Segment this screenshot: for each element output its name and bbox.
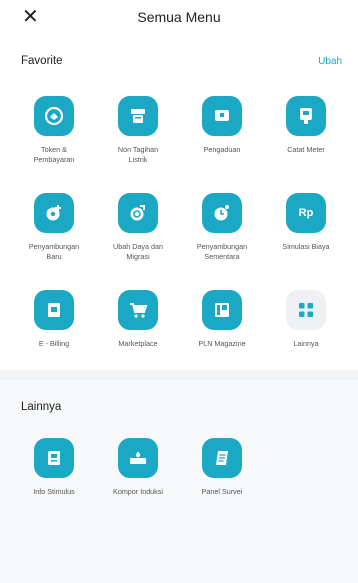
- complaint-icon: [202, 96, 242, 136]
- induction-stove-icon: [118, 438, 158, 478]
- menu-item-label: Penyambungan Baru: [28, 242, 80, 261]
- menu-item-label: Non Tagihan Listrik: [117, 145, 159, 164]
- menu-item-non-bill[interactable]: Non Tagihan Listrik: [96, 96, 180, 193]
- menu-item-induction-stove[interactable]: Kompor Induksi: [96, 438, 180, 535]
- favorite-section-title: Favorite: [21, 55, 63, 67]
- menu-item-label: Kompor Induksi: [113, 487, 163, 496]
- menu-item-meter-record[interactable]: Catat Meter: [264, 96, 348, 193]
- temporary-connection-icon: [202, 193, 242, 233]
- survey-panel-icon: [202, 438, 242, 478]
- menu-item-complaint[interactable]: Pengaduan: [180, 96, 264, 193]
- menu-item-label: E - Billing: [38, 339, 70, 348]
- menu-item-label: Pengaduan: [203, 145, 241, 154]
- menu-item-label: PLN Magazine: [198, 339, 246, 348]
- app-header: ✕ Semua Menu: [0, 0, 358, 34]
- non-bill-icon: [118, 96, 158, 136]
- menu-item-stimulus-info[interactable]: Info Stimulus: [12, 438, 96, 535]
- menu-item-label: Marketplace: [118, 339, 158, 348]
- menu-item-temporary-connection[interactable]: Penyambungan Sementara: [180, 193, 264, 290]
- favorite-menu-grid: Token & Pembayaran Non Tagihan Listrik P…: [12, 96, 348, 387]
- magazine-icon: [202, 290, 242, 330]
- menu-item-label: Panel Survei: [201, 487, 243, 496]
- cost-simulation-icon: Rp: [286, 193, 326, 233]
- menu-item-cost-simulation[interactable]: Rp Simulasi Biaya: [264, 193, 348, 290]
- menu-item-survey-panel[interactable]: Panel Survei: [180, 438, 264, 535]
- edit-favorite-link[interactable]: Ubah: [318, 56, 342, 67]
- menu-item-label: Lainnya: [293, 339, 319, 348]
- menu-item-label: Info Stimulus: [33, 487, 75, 496]
- menu-item-change-power[interactable]: Ubah Daya dan Migrasi: [96, 193, 180, 290]
- change-power-icon: [118, 193, 158, 233]
- more-grid-icon: [286, 290, 326, 330]
- menu-row: Penyambungan Baru Ubah Daya dan Migrasi …: [12, 193, 348, 290]
- menu-item-label: Token & Pembayaran: [33, 145, 75, 164]
- other-menu-grid: Info Stimulus Kompor Induksi Panel Surve…: [12, 438, 348, 535]
- menu-item-label: Ubah Daya dan Migrasi: [113, 242, 163, 261]
- stimulus-info-icon: [34, 438, 74, 478]
- menu-item-label: Simulasi Biaya: [282, 242, 330, 251]
- e-billing-icon: [34, 290, 74, 330]
- meter-record-icon: [286, 96, 326, 136]
- new-connection-icon: [34, 193, 74, 233]
- menu-item-token-payment[interactable]: Token & Pembayaran: [12, 96, 96, 193]
- menu-item-label: Catat Meter: [287, 145, 325, 154]
- menu-row: Token & Pembayaran Non Tagihan Listrik P…: [12, 96, 348, 193]
- menu-item-new-connection[interactable]: Penyambungan Baru: [12, 193, 96, 290]
- section-divider: [0, 370, 358, 380]
- token-payment-icon: [34, 96, 74, 136]
- marketplace-cart-icon: [118, 290, 158, 330]
- menu-row: Info Stimulus Kompor Induksi Panel Surve…: [12, 438, 348, 535]
- menu-item-label: Penyambungan Sementara: [196, 242, 248, 261]
- rupiah-glyph: Rp: [298, 207, 314, 219]
- page-title: Semua Menu: [137, 9, 221, 25]
- other-section-title: Lainnya: [21, 401, 62, 413]
